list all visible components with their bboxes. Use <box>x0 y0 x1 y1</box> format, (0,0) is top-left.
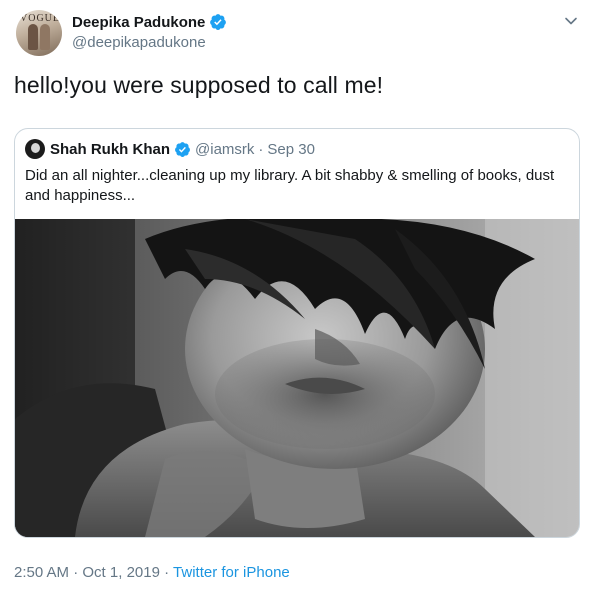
quoted-author-handle: @iamsrk <box>195 140 255 158</box>
avatar-figure <box>40 24 50 50</box>
separator-dot: · <box>164 564 170 581</box>
author-avatar[interactable]: VOGUE <box>16 10 62 56</box>
quoted-author-avatar <box>25 139 45 159</box>
quoted-tweet-header: Shah Rukh Khan @iamsrk · Sep 30 <box>25 139 315 159</box>
author-display-name[interactable]: Deepika Padukone <box>72 14 205 31</box>
verified-badge-icon <box>210 14 227 30</box>
avatar-figure <box>28 24 38 50</box>
tweet-time[interactable]: 2:50 AM <box>14 564 69 581</box>
verified-badge-icon <box>175 141 190 157</box>
quoted-tweet-photo[interactable] <box>15 219 579 537</box>
tweet-timestamp: 2:50 AM · Oct 1, 2019 · Twitter for iPho… <box>14 564 290 581</box>
chevron-down-icon[interactable] <box>564 14 578 28</box>
avatar-magazine-text: VOGUE <box>20 13 60 24</box>
separator-dot: · <box>73 564 79 581</box>
separator-dot: · <box>258 140 264 158</box>
author-name-row[interactable]: Deepika Padukone <box>72 13 227 31</box>
author-handle[interactable]: @deepikapadukone <box>72 34 206 51</box>
tweet-source-link[interactable]: Twitter for iPhone <box>173 564 290 581</box>
quoted-tweet-date: Sep 30 <box>267 140 315 158</box>
quoted-author-name: Shah Rukh Khan <box>50 140 171 158</box>
quoted-tweet-card[interactable]: Shah Rukh Khan @iamsrk · Sep 30 Did an a… <box>14 128 580 538</box>
quoted-tweet-text: Did an all nighter...cleaning up my libr… <box>25 167 555 204</box>
tweet-text: hello!you were supposed to call me! <box>14 72 384 98</box>
portrait-photo <box>15 219 579 537</box>
tweet-date[interactable]: Oct 1, 2019 <box>82 564 160 581</box>
